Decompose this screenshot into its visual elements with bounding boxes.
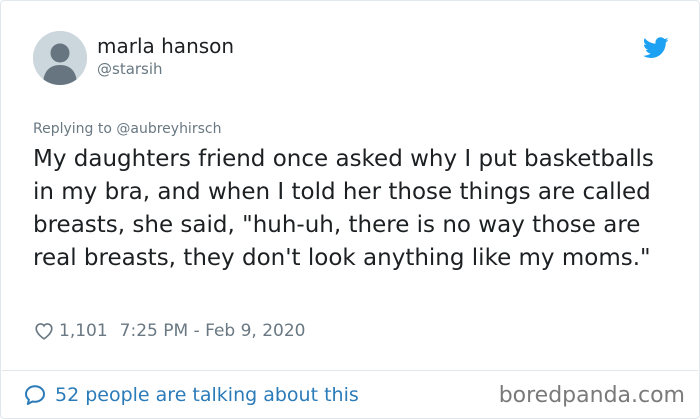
tweet-text: My daughters friend once asked why I put… (33, 146, 654, 271)
default-avatar-icon[interactable] (33, 31, 87, 85)
replying-to-line[interactable]: Replying to @aubreyhirsch (33, 121, 221, 138)
like-count[interactable]: 1,101 (59, 321, 108, 341)
tweet-card: marla hanson @starsih Replying to @aubre… (0, 0, 700, 419)
tweet-timestamp[interactable]: 7:25 PM - Feb 9, 2020 (120, 321, 306, 341)
heart-outline-icon[interactable] (33, 320, 55, 342)
display-name[interactable]: marla hanson (97, 34, 234, 58)
conversation-link[interactable]: 52 people are talking about this (23, 381, 359, 409)
speech-bubble-icon (23, 383, 47, 407)
watermark: boredpanda.com (498, 383, 685, 408)
tweet-meta: 1,101 7:25 PM - Feb 9, 2020 (33, 319, 306, 343)
user-handle[interactable]: @starsih (97, 60, 163, 78)
twitter-bird-icon[interactable] (642, 37, 669, 59)
conversation-text[interactable]: 52 people are talking about this (55, 384, 359, 406)
footer-divider (2, 370, 698, 371)
